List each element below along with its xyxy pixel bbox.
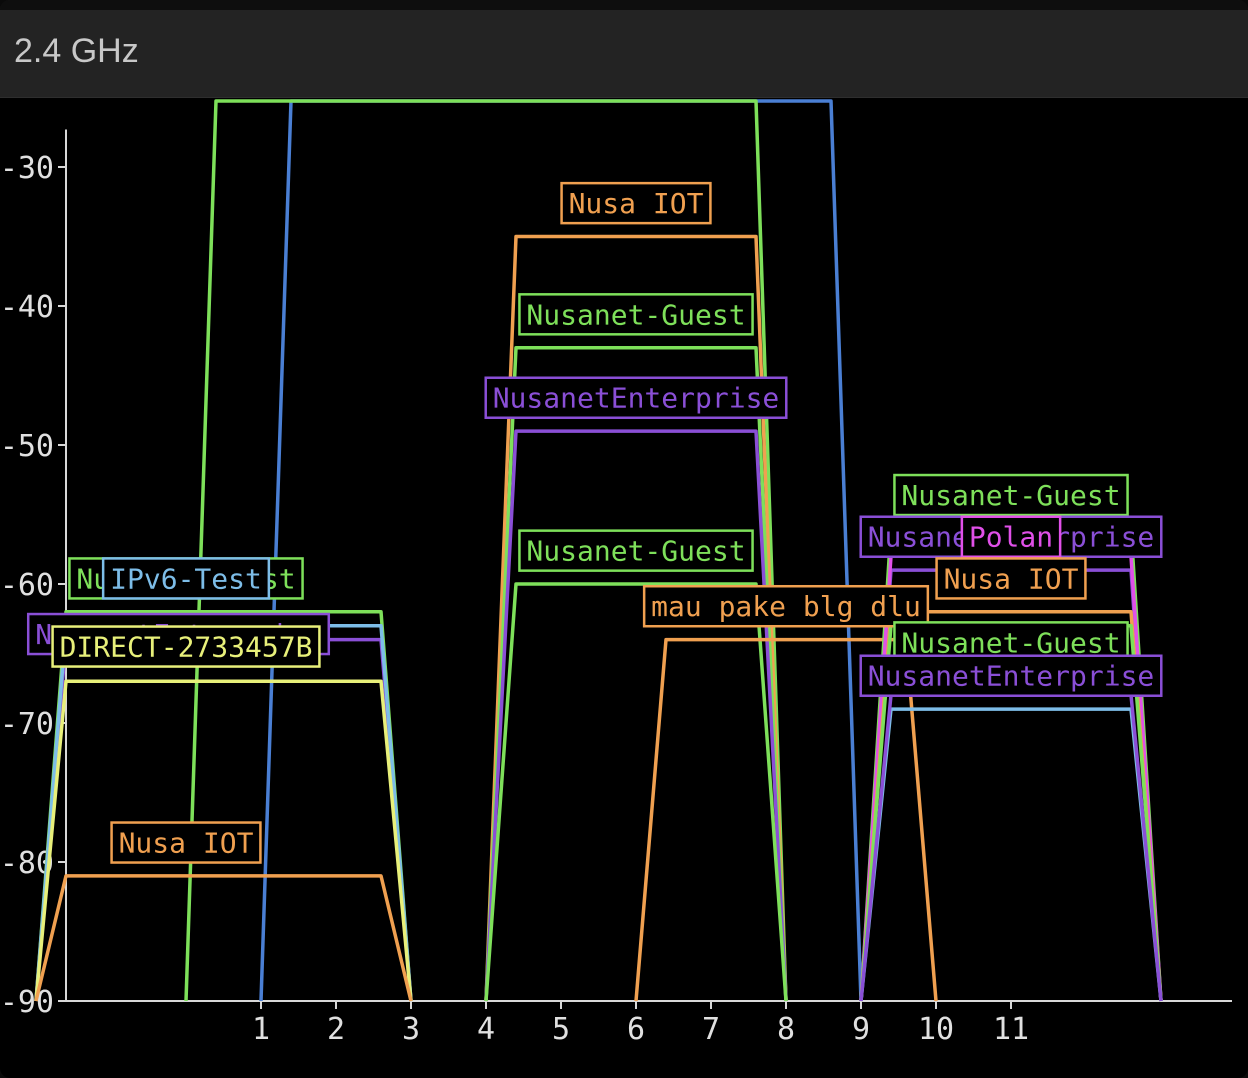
network-label: Nusa IOT	[935, 557, 1087, 600]
network-label-text: Nusanet-Guest	[526, 298, 745, 331]
y-tick-label: -40	[0, 290, 54, 325]
network-label: Polan	[960, 515, 1062, 558]
network-curve	[484, 345, 788, 1002]
network-label-text: NusanetEnterprise	[868, 660, 1155, 693]
network-label: IPv6-Test	[101, 557, 271, 600]
y-tick-label: -30	[0, 151, 54, 186]
channel-chart: -30-40-50-60-70-80-901234567891011Nusane…	[0, 99, 1232, 1047]
network-label: DIRECT-2733457B	[51, 625, 321, 668]
network-label-text: NusanetEnterprise	[493, 382, 780, 415]
network-label-text: mau pake blg dlu	[651, 590, 921, 623]
network-label-text: Nusa IOT	[119, 827, 254, 860]
band-title: 2.4 GHz	[14, 32, 139, 70]
band-header: 2.4 GHz	[0, 0, 1248, 98]
network-label-text: Polan	[969, 521, 1053, 554]
network-curve	[34, 610, 413, 1002]
y-tick-label: -50	[0, 429, 54, 464]
x-tick-label: 1	[252, 1012, 270, 1047]
network-curve	[859, 693, 1163, 1002]
y-tick-label: -70	[0, 707, 54, 742]
x-tick-label: 8	[777, 1012, 795, 1047]
network-curve	[34, 874, 413, 1002]
x-tick-label: 11	[993, 1012, 1029, 1047]
wifi-analyzer-window: 2.4 GHz -30 -40 -50 -60 -70 -80 -90 1 2 3 4 5 6 7 8 9 10…	[0, 0, 1248, 1078]
network-label-text: Nusa IOT	[569, 187, 704, 220]
network-label-text: DIRECT-2733457B	[60, 631, 313, 664]
network-label: Nusa IOT	[110, 821, 262, 864]
x-tick-label: 9	[852, 1012, 870, 1047]
x-tick-label: 4	[477, 1012, 495, 1047]
x-tick-label: 10	[918, 1012, 954, 1047]
network-label: NusanetEnterprise	[859, 654, 1163, 697]
network-curve	[484, 429, 788, 1002]
network-label: Nusanet-Guest	[518, 529, 754, 572]
y-tick-label: -90	[0, 985, 54, 1020]
network-label-text: Nusanet-Guest	[526, 535, 745, 568]
network-label-text: Nusa IOT	[944, 562, 1079, 595]
network-curve	[859, 707, 1163, 1002]
x-tick-label: 6	[627, 1012, 645, 1047]
x-tick-label: 5	[552, 1012, 570, 1047]
network-curve	[484, 582, 788, 1002]
network-label: mau pake blg dlu	[642, 584, 930, 628]
network-curve	[34, 637, 413, 1002]
network-label: NusanetEnterprise	[484, 376, 788, 419]
x-tick-label: 7	[702, 1012, 720, 1047]
x-tick-label: 3	[402, 1012, 420, 1047]
network-label: Nusanet-Guest	[893, 473, 1129, 517]
network-label: Nusa IOT	[560, 181, 712, 225]
y-tick-label: -60	[0, 568, 54, 603]
network-label-text: Nusanet-Guest	[901, 479, 1120, 512]
network-label: Nusanet-Guest	[518, 293, 754, 336]
x-tick-label: 2	[327, 1012, 345, 1047]
network-label-text: IPv6-Test	[110, 562, 262, 595]
network-label-text: Nusanet-Guest	[901, 626, 1120, 659]
